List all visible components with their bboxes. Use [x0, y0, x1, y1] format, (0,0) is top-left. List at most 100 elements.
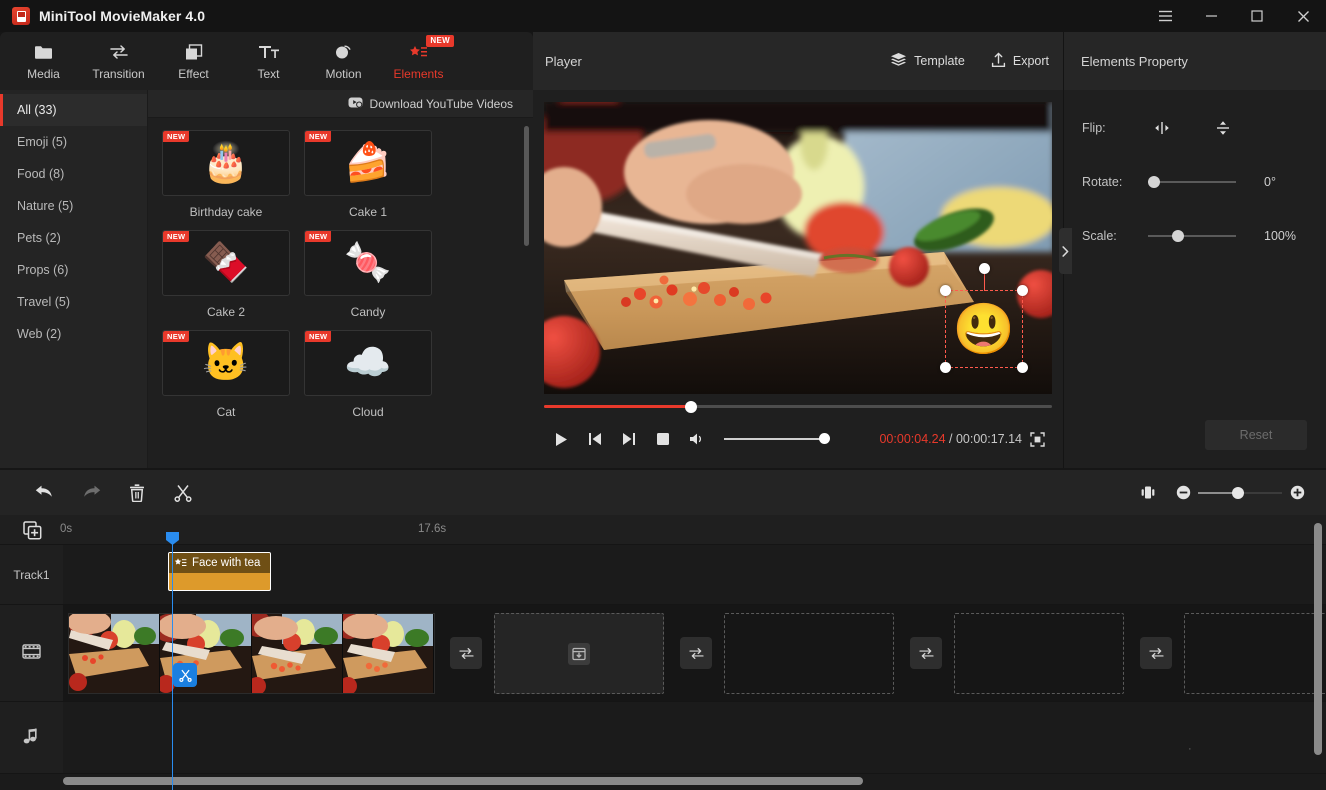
tab-elements[interactable]: NEW Elements	[381, 33, 456, 89]
element-item[interactable]: NEW 🍫 Cake 2	[162, 230, 290, 330]
element-label: Cake 1	[304, 196, 432, 230]
category-item-emoji[interactable]: Emoji (5)	[0, 126, 147, 158]
element-item[interactable]: NEW 🍰 Cake 1	[304, 130, 432, 230]
video-track-body[interactable]	[63, 605, 1326, 701]
element-item[interactable]: NEW ☁️ Cloud	[304, 330, 432, 430]
minimize-icon[interactable]	[1188, 0, 1234, 32]
chevron-right-icon[interactable]	[1059, 228, 1072, 274]
tab-text[interactable]: Text	[231, 33, 306, 89]
previous-frame-button[interactable]	[578, 424, 612, 454]
element-item[interactable]: NEW 🎂 Birthday cake	[162, 130, 290, 230]
audio-track-body[interactable]: ·	[63, 702, 1326, 773]
zoom-in-icon[interactable]	[1282, 478, 1312, 508]
element-thumbnail[interactable]: NEW 🍬	[304, 230, 432, 296]
zoom-handle[interactable]	[1232, 487, 1244, 499]
scale-handle[interactable]	[1172, 230, 1184, 242]
zoom-out-icon[interactable]	[1168, 478, 1198, 508]
volume-handle[interactable]	[819, 433, 830, 444]
transition-button[interactable]	[1140, 637, 1172, 669]
element-thumbnail[interactable]: NEW 🍫	[162, 230, 290, 296]
playhead[interactable]	[172, 533, 173, 790]
seek-handle[interactable]	[685, 401, 697, 413]
media-placeholder-slot[interactable]	[494, 613, 664, 694]
scrollbar-thumb[interactable]	[63, 777, 863, 785]
next-frame-button[interactable]	[612, 424, 646, 454]
undo-button[interactable]	[22, 476, 68, 510]
close-icon[interactable]	[1280, 0, 1326, 32]
tab-media[interactable]: Media	[6, 33, 81, 89]
element-thumbnail[interactable]: NEW 🍰	[304, 130, 432, 196]
category-item-nature[interactable]: Nature (5)	[0, 190, 147, 222]
category-item-travel[interactable]: Travel (5)	[0, 286, 147, 318]
element-emoji: 🐱	[202, 344, 249, 382]
download-youtube-bar[interactable]: Download YouTube Videos	[148, 90, 533, 118]
media-placeholder-slot[interactable]	[1184, 613, 1326, 694]
element-track-body[interactable]: Face with tea	[63, 545, 1326, 604]
rotate-handle[interactable]	[1148, 176, 1160, 188]
element-clip[interactable]: Face with tea	[168, 552, 271, 591]
player-seek-bar[interactable]	[544, 402, 1052, 412]
zoom-slider[interactable]	[1198, 487, 1282, 499]
template-button[interactable]: Template	[890, 52, 965, 70]
timeline-vertical-scrollbar[interactable]	[1314, 523, 1322, 775]
category-item-web[interactable]: Web (2)	[0, 318, 147, 350]
elements-scrollbar[interactable]	[524, 126, 529, 246]
overlay-emoji[interactable]: 😃	[953, 304, 1015, 354]
fit-to-screen-icon[interactable]	[1128, 478, 1168, 508]
stop-button[interactable]	[646, 424, 680, 454]
element-item[interactable]: NEW 🐱 Cat	[162, 330, 290, 430]
timeline-horizontal-scrollbar[interactable]	[63, 777, 1301, 785]
split-button[interactable]	[160, 476, 206, 510]
category-item-food[interactable]: Food (8)	[0, 158, 147, 190]
element-item[interactable]: NEW 🍬 Candy	[304, 230, 432, 330]
export-button[interactable]: Export	[991, 52, 1049, 71]
category-item-props[interactable]: Props (6)	[0, 254, 147, 286]
element-selection-box[interactable]: 😃	[945, 290, 1023, 368]
category-label: Nature (5)	[17, 199, 73, 213]
flip-horizontal-icon[interactable]	[1144, 115, 1180, 141]
scale-slider[interactable]	[1148, 230, 1236, 242]
element-emoji: 🍰	[344, 144, 391, 182]
delete-button[interactable]	[114, 476, 160, 510]
redo-button[interactable]	[68, 476, 114, 510]
folder-icon	[34, 41, 53, 63]
elements-grid: NEW 🎂 Birthday cake NEW 🍰 Cake 1 NEW	[162, 130, 517, 430]
resize-handle-bottom-right[interactable]	[1017, 362, 1028, 373]
resize-handle-top-left[interactable]	[940, 285, 951, 296]
play-button[interactable]	[544, 424, 578, 454]
element-thumbnail[interactable]: NEW 🎂	[162, 130, 290, 196]
media-placeholder-slot[interactable]	[954, 613, 1124, 694]
flip-label: Flip:	[1082, 121, 1144, 135]
video-preview-stage[interactable]: 😃	[544, 102, 1052, 394]
resize-handle-bottom-left[interactable]	[940, 362, 951, 373]
transition-button[interactable]	[910, 637, 942, 669]
video-track-head	[0, 605, 63, 701]
menu-icon[interactable]	[1142, 0, 1188, 32]
video-clip[interactable]	[68, 613, 435, 694]
rotate-handle[interactable]	[979, 263, 990, 274]
media-placeholder-slot[interactable]	[724, 613, 894, 694]
tab-motion[interactable]: Motion	[306, 33, 381, 89]
element-thumbnail[interactable]: NEW 🐱	[162, 330, 290, 396]
video-frame-thumbnail	[252, 614, 343, 693]
tab-effect[interactable]: Effect	[156, 33, 231, 89]
maximize-icon[interactable]	[1234, 0, 1280, 32]
rotate-slider[interactable]	[1148, 176, 1236, 188]
transition-button[interactable]	[450, 637, 482, 669]
transition-button[interactable]	[680, 637, 712, 669]
resize-handle-top-right[interactable]	[1017, 285, 1028, 296]
add-media-icon[interactable]	[20, 518, 44, 542]
volume-slider[interactable]	[724, 433, 828, 445]
reset-button[interactable]: Reset	[1205, 420, 1307, 450]
split-marker-button[interactable]	[173, 663, 197, 687]
total-time: 00:00:17.14	[956, 432, 1022, 446]
volume-button[interactable]	[680, 424, 714, 454]
timeline-ruler[interactable]: 0s 17.6s	[0, 515, 1326, 545]
element-thumbnail[interactable]: NEW ☁️	[304, 330, 432, 396]
scrollbar-thumb[interactable]	[1314, 523, 1322, 755]
tab-transition[interactable]: Transition	[81, 33, 156, 89]
category-item-all[interactable]: All (33)	[0, 94, 147, 126]
category-item-pets[interactable]: Pets (2)	[0, 222, 147, 254]
fullscreen-icon[interactable]	[1022, 425, 1052, 453]
flip-vertical-icon[interactable]	[1205, 115, 1241, 141]
